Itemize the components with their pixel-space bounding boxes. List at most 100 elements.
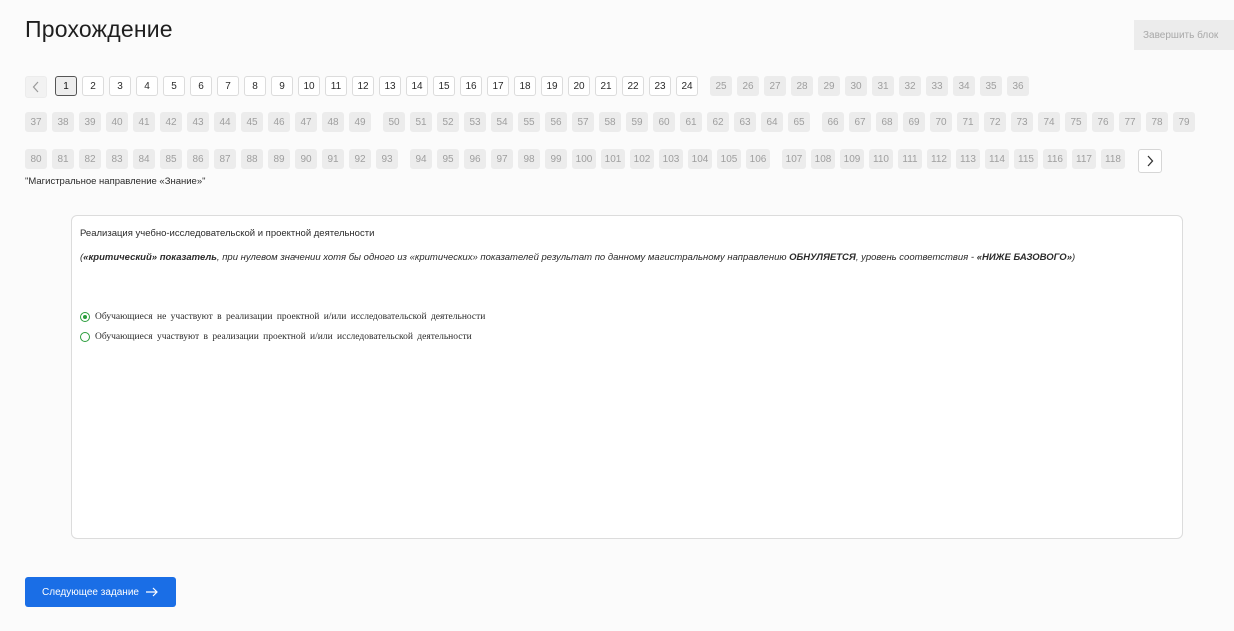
page-button-55[interactable]: 55 [518,112,540,132]
page-button-57[interactable]: 57 [572,112,594,132]
page-button-20[interactable]: 20 [568,76,590,96]
page-button-84[interactable]: 84 [133,149,155,169]
page-button-17[interactable]: 17 [487,76,509,96]
page-button-19[interactable]: 19 [541,76,563,96]
page-button-12[interactable]: 12 [352,76,374,96]
page-button-15[interactable]: 15 [433,76,455,96]
page-button-96[interactable]: 96 [464,149,486,169]
page-button-68[interactable]: 68 [876,112,898,132]
page-button-97[interactable]: 97 [491,149,513,169]
page-button-103[interactable]: 103 [659,149,683,169]
page-button-98[interactable]: 98 [518,149,540,169]
page-button-37[interactable]: 37 [25,112,47,132]
page-button-65[interactable]: 65 [788,112,810,132]
page-button-66[interactable]: 66 [822,112,844,132]
page-button-63[interactable]: 63 [734,112,756,132]
page-button-74[interactable]: 74 [1038,112,1060,132]
page-button-33[interactable]: 33 [926,76,948,96]
page-button-102[interactable]: 102 [630,149,654,169]
page-button-51[interactable]: 51 [410,112,432,132]
page-button-13[interactable]: 13 [379,76,401,96]
page-button-38[interactable]: 38 [52,112,74,132]
page-button-49[interactable]: 49 [349,112,371,132]
page-button-52[interactable]: 52 [437,112,459,132]
page-button-79[interactable]: 79 [1173,112,1195,132]
answer-option-1[interactable]: Обучающиеся не участвуют в реализации пр… [80,312,485,322]
page-button-16[interactable]: 16 [460,76,482,96]
page-button-99[interactable]: 99 [545,149,567,169]
radio-unselected-icon[interactable] [80,332,90,342]
page-button-2[interactable]: 2 [82,76,104,96]
page-button-117[interactable]: 117 [1072,149,1096,169]
page-button-26[interactable]: 26 [737,76,759,96]
page-button-70[interactable]: 70 [930,112,952,132]
page-button-41[interactable]: 41 [133,112,155,132]
page-button-31[interactable]: 31 [872,76,894,96]
page-button-78[interactable]: 78 [1146,112,1168,132]
page-button-25[interactable]: 25 [710,76,732,96]
page-button-101[interactable]: 101 [601,149,625,169]
page-button-28[interactable]: 28 [791,76,813,96]
page-button-92[interactable]: 92 [349,149,371,169]
page-button-110[interactable]: 110 [869,149,893,169]
page-button-9[interactable]: 9 [271,76,293,96]
page-button-44[interactable]: 44 [214,112,236,132]
page-button-6[interactable]: 6 [190,76,212,96]
page-button-94[interactable]: 94 [410,149,432,169]
page-button-30[interactable]: 30 [845,76,867,96]
page-button-40[interactable]: 40 [106,112,128,132]
page-button-58[interactable]: 58 [599,112,621,132]
page-button-24[interactable]: 24 [676,76,698,96]
page-button-61[interactable]: 61 [680,112,702,132]
page-button-21[interactable]: 21 [595,76,617,96]
page-button-100[interactable]: 100 [572,149,596,169]
page-button-116[interactable]: 116 [1043,149,1067,169]
page-button-62[interactable]: 62 [707,112,729,132]
page-button-43[interactable]: 43 [187,112,209,132]
page-button-80[interactable]: 80 [25,149,47,169]
page-button-34[interactable]: 34 [953,76,975,96]
page-button-88[interactable]: 88 [241,149,263,169]
page-button-106[interactable]: 106 [746,149,770,169]
page-button-39[interactable]: 39 [79,112,101,132]
page-button-50[interactable]: 50 [383,112,405,132]
page-button-105[interactable]: 105 [717,149,741,169]
page-button-118[interactable]: 118 [1101,149,1125,169]
page-button-14[interactable]: 14 [406,76,428,96]
page-button-67[interactable]: 67 [849,112,871,132]
page-button-29[interactable]: 29 [818,76,840,96]
page-button-22[interactable]: 22 [622,76,644,96]
page-button-35[interactable]: 35 [980,76,1002,96]
page-button-104[interactable]: 104 [688,149,712,169]
page-button-77[interactable]: 77 [1119,112,1141,132]
page-button-48[interactable]: 48 [322,112,344,132]
page-button-54[interactable]: 54 [491,112,513,132]
page-button-95[interactable]: 95 [437,149,459,169]
page-button-23[interactable]: 23 [649,76,671,96]
page-button-56[interactable]: 56 [545,112,567,132]
page-button-64[interactable]: 64 [761,112,783,132]
page-button-83[interactable]: 83 [106,149,128,169]
page-button-72[interactable]: 72 [984,112,1006,132]
page-button-115[interactable]: 115 [1014,149,1038,169]
page-button-75[interactable]: 75 [1065,112,1087,132]
page-button-114[interactable]: 114 [985,149,1009,169]
answer-option-2[interactable]: Обучающиеся участвуют в реализации проек… [80,332,472,342]
page-button-32[interactable]: 32 [899,76,921,96]
page-button-69[interactable]: 69 [903,112,925,132]
page-button-113[interactable]: 113 [956,149,980,169]
page-button-8[interactable]: 8 [244,76,266,96]
page-button-89[interactable]: 89 [268,149,290,169]
next-task-button[interactable]: Следующее задание [25,577,176,607]
page-button-47[interactable]: 47 [295,112,317,132]
page-button-5[interactable]: 5 [163,76,185,96]
page-button-18[interactable]: 18 [514,76,536,96]
page-button-71[interactable]: 71 [957,112,979,132]
page-button-60[interactable]: 60 [653,112,675,132]
page-button-7[interactable]: 7 [217,76,239,96]
radio-selected-icon[interactable] [80,312,90,322]
page-button-4[interactable]: 4 [136,76,158,96]
page-button-1[interactable]: 1 [55,76,77,96]
page-button-112[interactable]: 112 [927,149,951,169]
page-button-87[interactable]: 87 [214,149,236,169]
